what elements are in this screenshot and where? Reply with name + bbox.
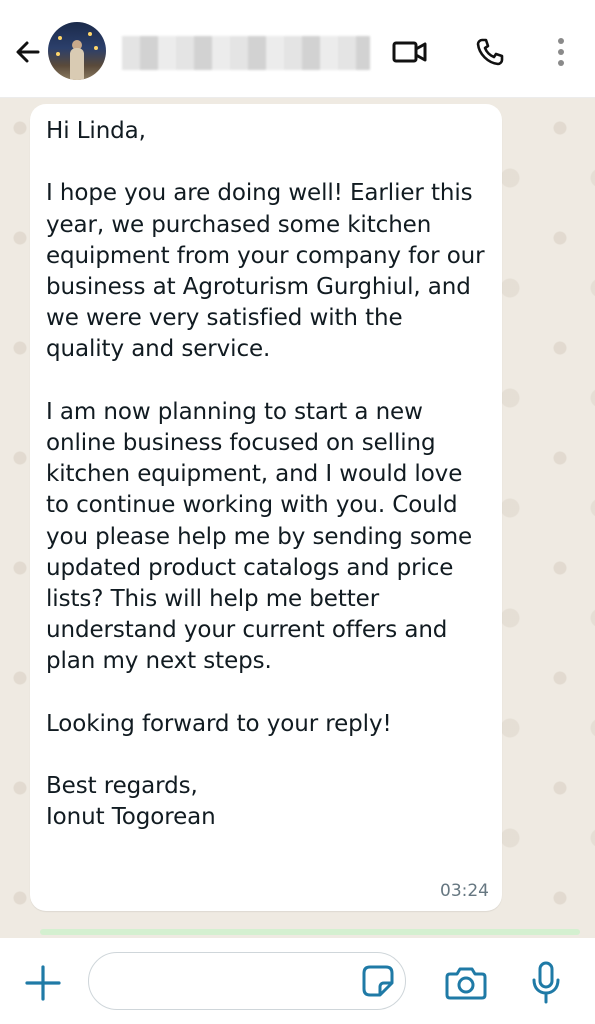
plus-icon[interactable] bbox=[18, 958, 68, 1008]
contact-name[interactable] bbox=[122, 36, 370, 70]
message-paragraph: Hi Linda, bbox=[46, 118, 146, 144]
contact-avatar[interactable] bbox=[48, 22, 106, 80]
back-arrow-icon[interactable] bbox=[8, 32, 48, 72]
message-timestamp: 03:24 bbox=[440, 881, 489, 901]
message-paragraph: Best regards, bbox=[46, 773, 198, 800]
microphone-icon[interactable] bbox=[522, 956, 570, 1010]
message-text: Hi Linda, I hope you are doing well! Ear… bbox=[46, 116, 486, 834]
message-bubble[interactable]: Hi Linda, I hope you are doing well! Ear… bbox=[30, 104, 502, 911]
camera-icon[interactable] bbox=[440, 958, 492, 1008]
message-composer bbox=[0, 938, 595, 1024]
message-paragraph: I hope you are doing well! Earlier this … bbox=[46, 180, 485, 363]
voice-call-icon[interactable] bbox=[466, 28, 514, 76]
video-call-icon[interactable] bbox=[386, 28, 434, 76]
more-options-icon[interactable] bbox=[537, 28, 585, 76]
message-paragraph: Ionut Togorean bbox=[46, 804, 216, 831]
divider bbox=[40, 929, 580, 935]
sticker-icon[interactable] bbox=[357, 960, 399, 1002]
chat-header bbox=[0, 0, 595, 98]
message-paragraph: Looking forward to your reply! bbox=[46, 710, 392, 737]
message-paragraph: I am now planning to start a new online … bbox=[46, 398, 473, 675]
